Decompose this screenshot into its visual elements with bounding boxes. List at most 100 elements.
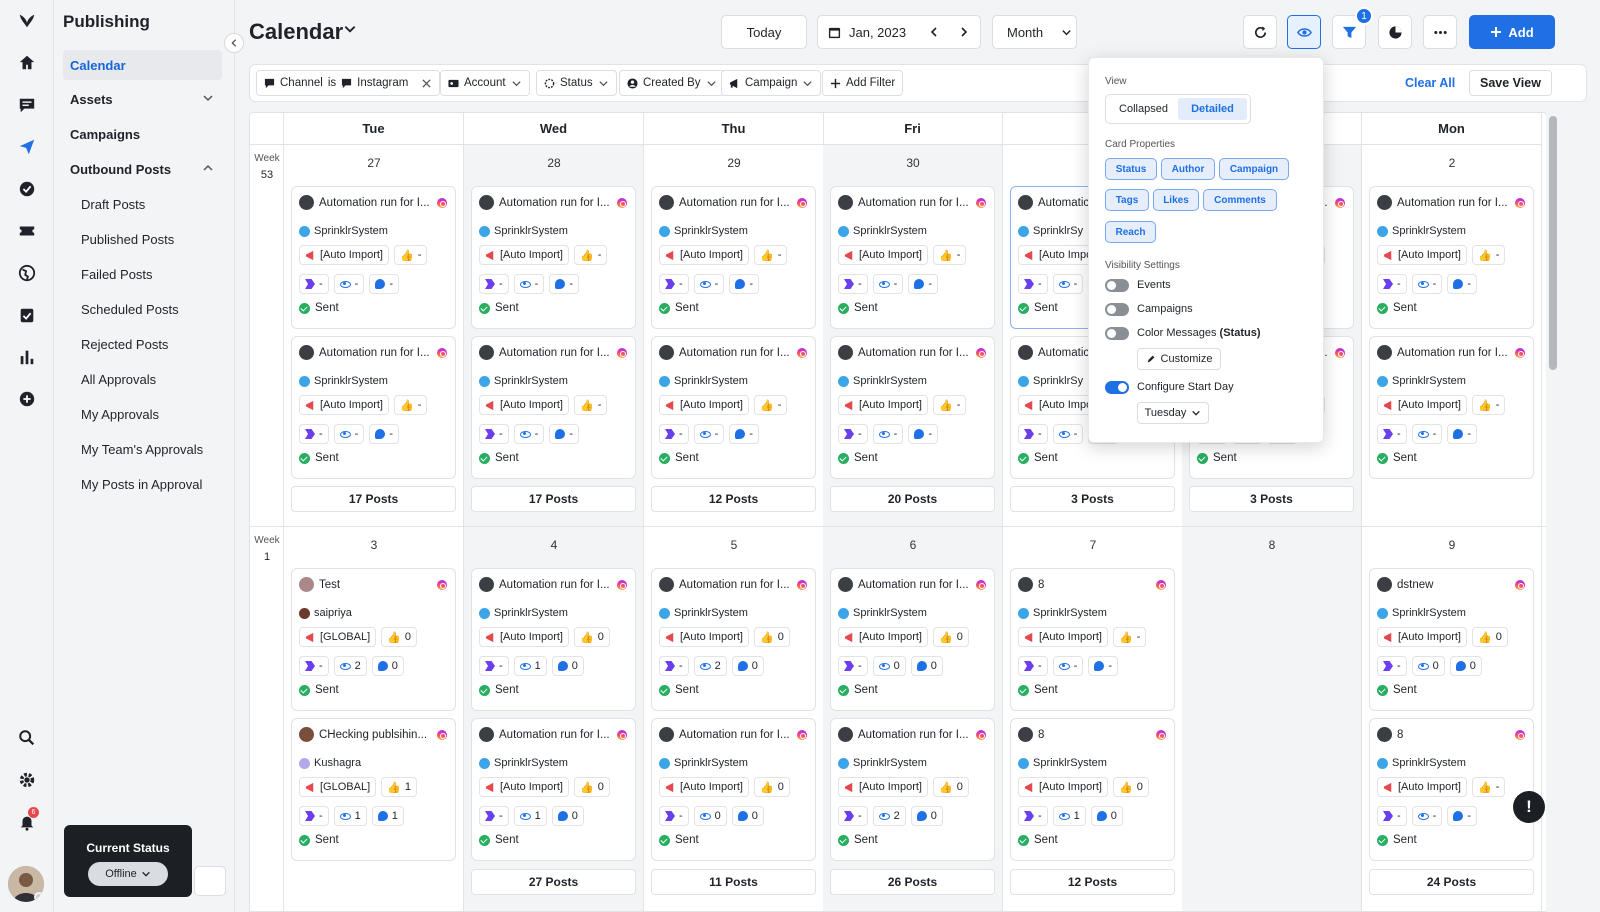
day-number[interactable]: 29 [644,156,824,170]
property-reach[interactable]: Reach [1105,221,1156,243]
post-card[interactable]: dstnew SprinklrSystem [Auto Import] 👍 0-0 0 Se… [1369,568,1534,711]
day-number[interactable]: 2 [1362,156,1542,170]
day-number[interactable]: 8 [1182,538,1362,552]
filter-chip-status[interactable]: Status [536,70,617,96]
bar-chart-icon[interactable] [16,346,38,368]
property-comments[interactable]: Comments [1203,189,1277,211]
post-card[interactable]: Automation run for I... SprinklrSystem [Au… [830,336,995,479]
sidebar-item-all-approvals[interactable]: All Approvals [63,364,222,394]
day-number[interactable]: 3 [284,538,464,552]
sidebar-item-my-posts-in-approval[interactable]: My Posts in Approval [63,469,222,499]
post-card[interactable]: Automation run for I... SprinklrSystem [Au… [651,186,816,329]
filter-chip-account[interactable]: Account [440,70,530,96]
post-card[interactable]: 8 SprinklrSystem [Auto Import] 👍 - - - - Sent [1369,718,1534,861]
campaigns-toggle[interactable] [1105,303,1129,316]
chevron-right-icon[interactable] [958,26,970,38]
posts-count-button[interactable]: 20 Posts [830,486,995,512]
property-campaign[interactable]: Campaign [1219,158,1289,180]
sidebar-item-my-approvals[interactable]: My Approvals [63,399,222,429]
posts-count-button[interactable]: 17 Posts [291,486,456,512]
check-circle-icon[interactable] [16,178,38,200]
posts-count-button[interactable]: 3 Posts [1189,486,1354,512]
view-mode-select[interactable]: Month [992,15,1077,49]
feedback-alert-button[interactable]: ! [1513,791,1545,823]
detailed-option[interactable]: Detailed [1178,98,1247,120]
post-card[interactable]: Automation run for I... SprinklrSystem [Au… [291,336,456,479]
sidebar-item-my-teams-approvals[interactable]: My Team's Approvals [63,434,222,464]
date-picker[interactable]: Jan, 2023 [817,15,981,49]
configure-start-day-toggle[interactable] [1105,381,1129,394]
save-view-button[interactable]: Save View [1469,70,1552,96]
filter-chip-created-by[interactable]: Created By [619,70,725,96]
close-icon[interactable] [421,78,432,89]
view-settings-button[interactable] [1287,15,1321,49]
messages-icon[interactable] [16,94,38,116]
scrollbar-thumb[interactable] [1549,116,1557,370]
post-card[interactable]: Test saipriya [GLOBAL] 👍 0-2 0 Sent [291,568,456,711]
day-number[interactable]: 9 [1362,538,1542,552]
posts-count-button[interactable]: 27 Posts [471,869,636,895]
post-card[interactable]: Automation run for I... SprinklrSystem [Au… [651,568,816,711]
sprinklr-logo-icon[interactable] [16,9,38,31]
refresh-button[interactable] [1243,15,1277,49]
post-card[interactable]: 8 SprinklrSystem [Auto Import] 👍 0-1 0 Sent [1010,718,1175,861]
post-card[interactable]: Automation run for I... SprinklrSystem [Au… [830,186,995,329]
sidebar-item-scheduled-posts[interactable]: Scheduled Posts [63,294,222,324]
sidebar-item-calendar[interactable]: Calendar [63,50,222,80]
post-card[interactable]: Automation run for I... SprinklrSystem [Au… [291,186,456,329]
add-circle-icon[interactable] [16,388,38,410]
property-author[interactable]: Author [1161,158,1215,180]
sidebar-item-campaigns[interactable]: Campaigns [63,119,222,149]
clear-all-link[interactable]: Clear All [1405,70,1455,96]
posts-count-button[interactable]: 26 Posts [830,869,995,895]
start-day-select[interactable]: Tuesday [1137,402,1209,424]
post-card[interactable]: Automation run for I... SprinklrSystem [Au… [471,336,636,479]
post-card[interactable]: Automation run for I... SprinklrSystem [Au… [1369,186,1534,329]
post-card[interactable]: Automation run for I... SprinklrSystem [Au… [471,568,636,711]
filter-chip-channel[interactable]: Channel is Instagram [256,70,441,96]
calendar-scrollbar[interactable] [1546,112,1560,912]
events-toggle[interactable] [1105,279,1129,292]
color-messages-toggle[interactable] [1105,327,1129,340]
post-card[interactable]: Automation run for I... SprinklrSystem [Au… [1369,336,1534,479]
posts-count-button[interactable]: 3 Posts [1010,486,1175,512]
post-card[interactable]: 8 SprinklrSystem [Auto Import] 👍 - - - - Sent [1010,568,1175,711]
posts-count-button[interactable]: 12 Posts [651,486,816,512]
add-filter-button[interactable]: Add Filter [822,70,904,96]
post-card[interactable]: Automation run for I... SprinklrSystem [Au… [651,718,816,861]
day-number[interactable]: 7 [1003,538,1183,552]
more-options-button[interactable] [1423,15,1457,49]
ticket-icon[interactable] [16,220,38,242]
post-card[interactable]: Automation run for I... SprinklrSystem [Au… [830,568,995,711]
publishing-send-icon[interactable] [16,136,38,158]
post-card[interactable]: Automation run for I... SprinklrSystem [Au… [471,186,636,329]
add-button[interactable]: Add [1469,15,1555,49]
globe-icon[interactable] [16,262,38,284]
status-dropdown[interactable]: Offline [88,862,168,886]
filter-chip-campaign[interactable]: Campaign [721,70,822,96]
collapsed-option[interactable]: Collapsed [1109,98,1178,120]
home-icon[interactable] [16,52,38,74]
chevron-left-icon[interactable] [928,26,940,38]
title-dropdown-chevron-icon[interactable] [343,22,359,38]
user-avatar[interactable] [8,866,44,902]
post-card[interactable]: Automation run for I... SprinklrSystem [Au… [651,336,816,479]
day-number[interactable]: 27 [284,156,464,170]
posts-count-button[interactable]: 24 Posts [1369,869,1534,895]
property-status[interactable]: Status [1105,158,1157,180]
property-likes[interactable]: Likes [1153,189,1199,211]
day-number[interactable]: 6 [823,538,1003,552]
post-card[interactable]: Automation run for I... SprinklrSystem [Au… [830,718,995,861]
post-card[interactable]: Automation run for I... SprinklrSystem [Au… [471,718,636,861]
posts-count-button[interactable]: 11 Posts [651,869,816,895]
post-card[interactable]: CHecking publsihin... Kushagra [GLOBAL] 👍 1-… [291,718,456,861]
day-number[interactable]: 30 [823,156,1003,170]
sidebar-item-failed-posts[interactable]: Failed Posts [63,259,222,289]
sidebar-item-rejected-posts[interactable]: Rejected Posts [63,329,222,359]
posts-count-button[interactable]: 12 Posts [1010,869,1175,895]
sidebar-collapse-button[interactable] [224,33,244,53]
sidebar-item-assets[interactable]: Assets [63,84,222,114]
customize-button[interactable]: Customize [1137,348,1221,370]
posts-count-button[interactable]: 17 Posts [471,486,636,512]
today-button[interactable]: Today [721,15,807,49]
